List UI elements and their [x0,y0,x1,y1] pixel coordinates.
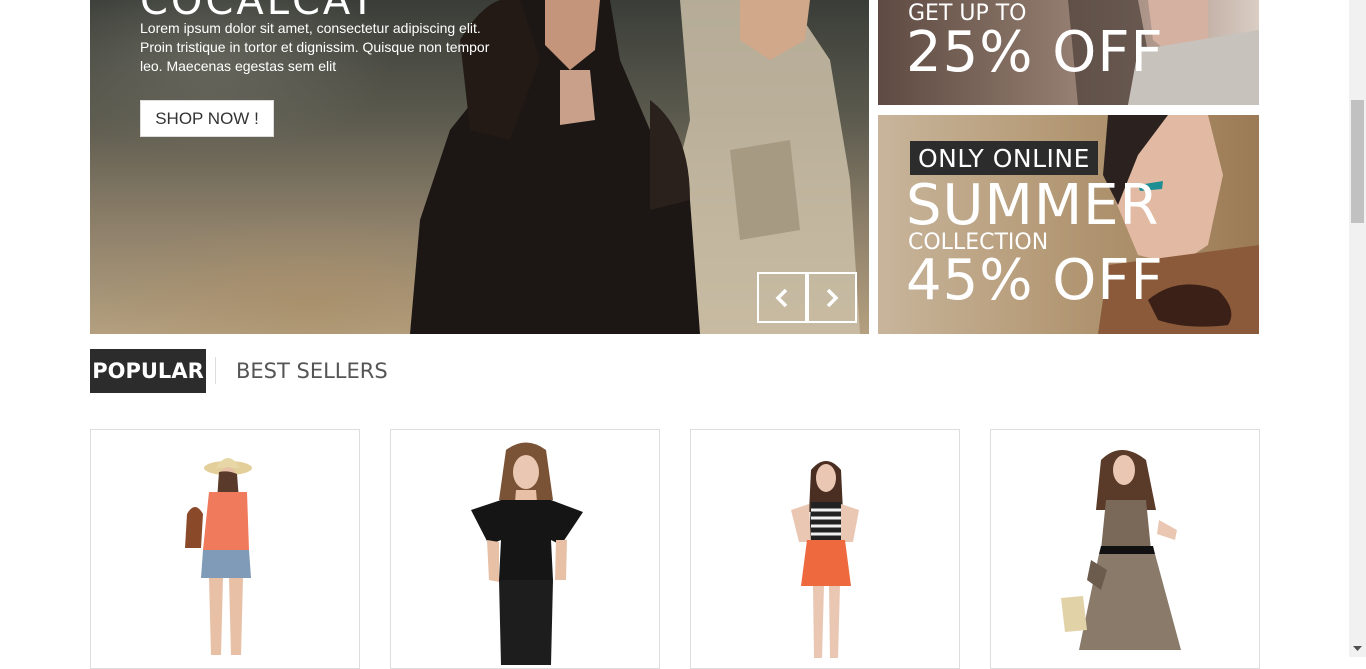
promo-banner-summer[interactable]: ONLY ONLINE SUMMER COLLECTION 45% OFF [878,115,1259,334]
chevron-left-icon [775,288,788,307]
product-image [1061,450,1181,650]
promo-banner-25-off[interactable]: GET UP TO 25% OFF [878,0,1259,105]
slider-description: Lorem ipsum dolor sit amet, consectetur … [140,20,490,74]
banner-bottom-line1: SUMMER [906,173,1160,238]
banner-bottom-line3: 45% OFF [906,248,1164,313]
product-image [791,461,859,658]
product-card[interactable] [90,429,360,669]
main-slider: COCALCAT Lorem ipsum dolor sit amet, con… [90,0,869,334]
scroll-down-arrow-icon[interactable] [1349,640,1366,657]
product-card[interactable] [990,429,1260,669]
scrollbar-thumb[interactable] [1351,100,1364,223]
only-online-badge: ONLY ONLINE [910,141,1098,175]
shop-now-button[interactable]: SHOP NOW ! [140,100,274,137]
tab-popular[interactable]: POPULAR [90,349,206,393]
page-scrollbar[interactable] [1349,0,1366,657]
slider-next-button[interactable] [807,272,857,323]
product-card[interactable] [390,429,660,669]
tab-divider [215,357,216,384]
tab-best-sellers[interactable]: BEST SELLERS [236,349,388,393]
slider-prev-button[interactable] [757,272,807,323]
chevron-right-icon [826,288,839,307]
banner-top-line2: 25% OFF [906,20,1164,85]
product-image [185,458,252,655]
product-card[interactable] [690,429,960,669]
product-image [471,442,583,665]
